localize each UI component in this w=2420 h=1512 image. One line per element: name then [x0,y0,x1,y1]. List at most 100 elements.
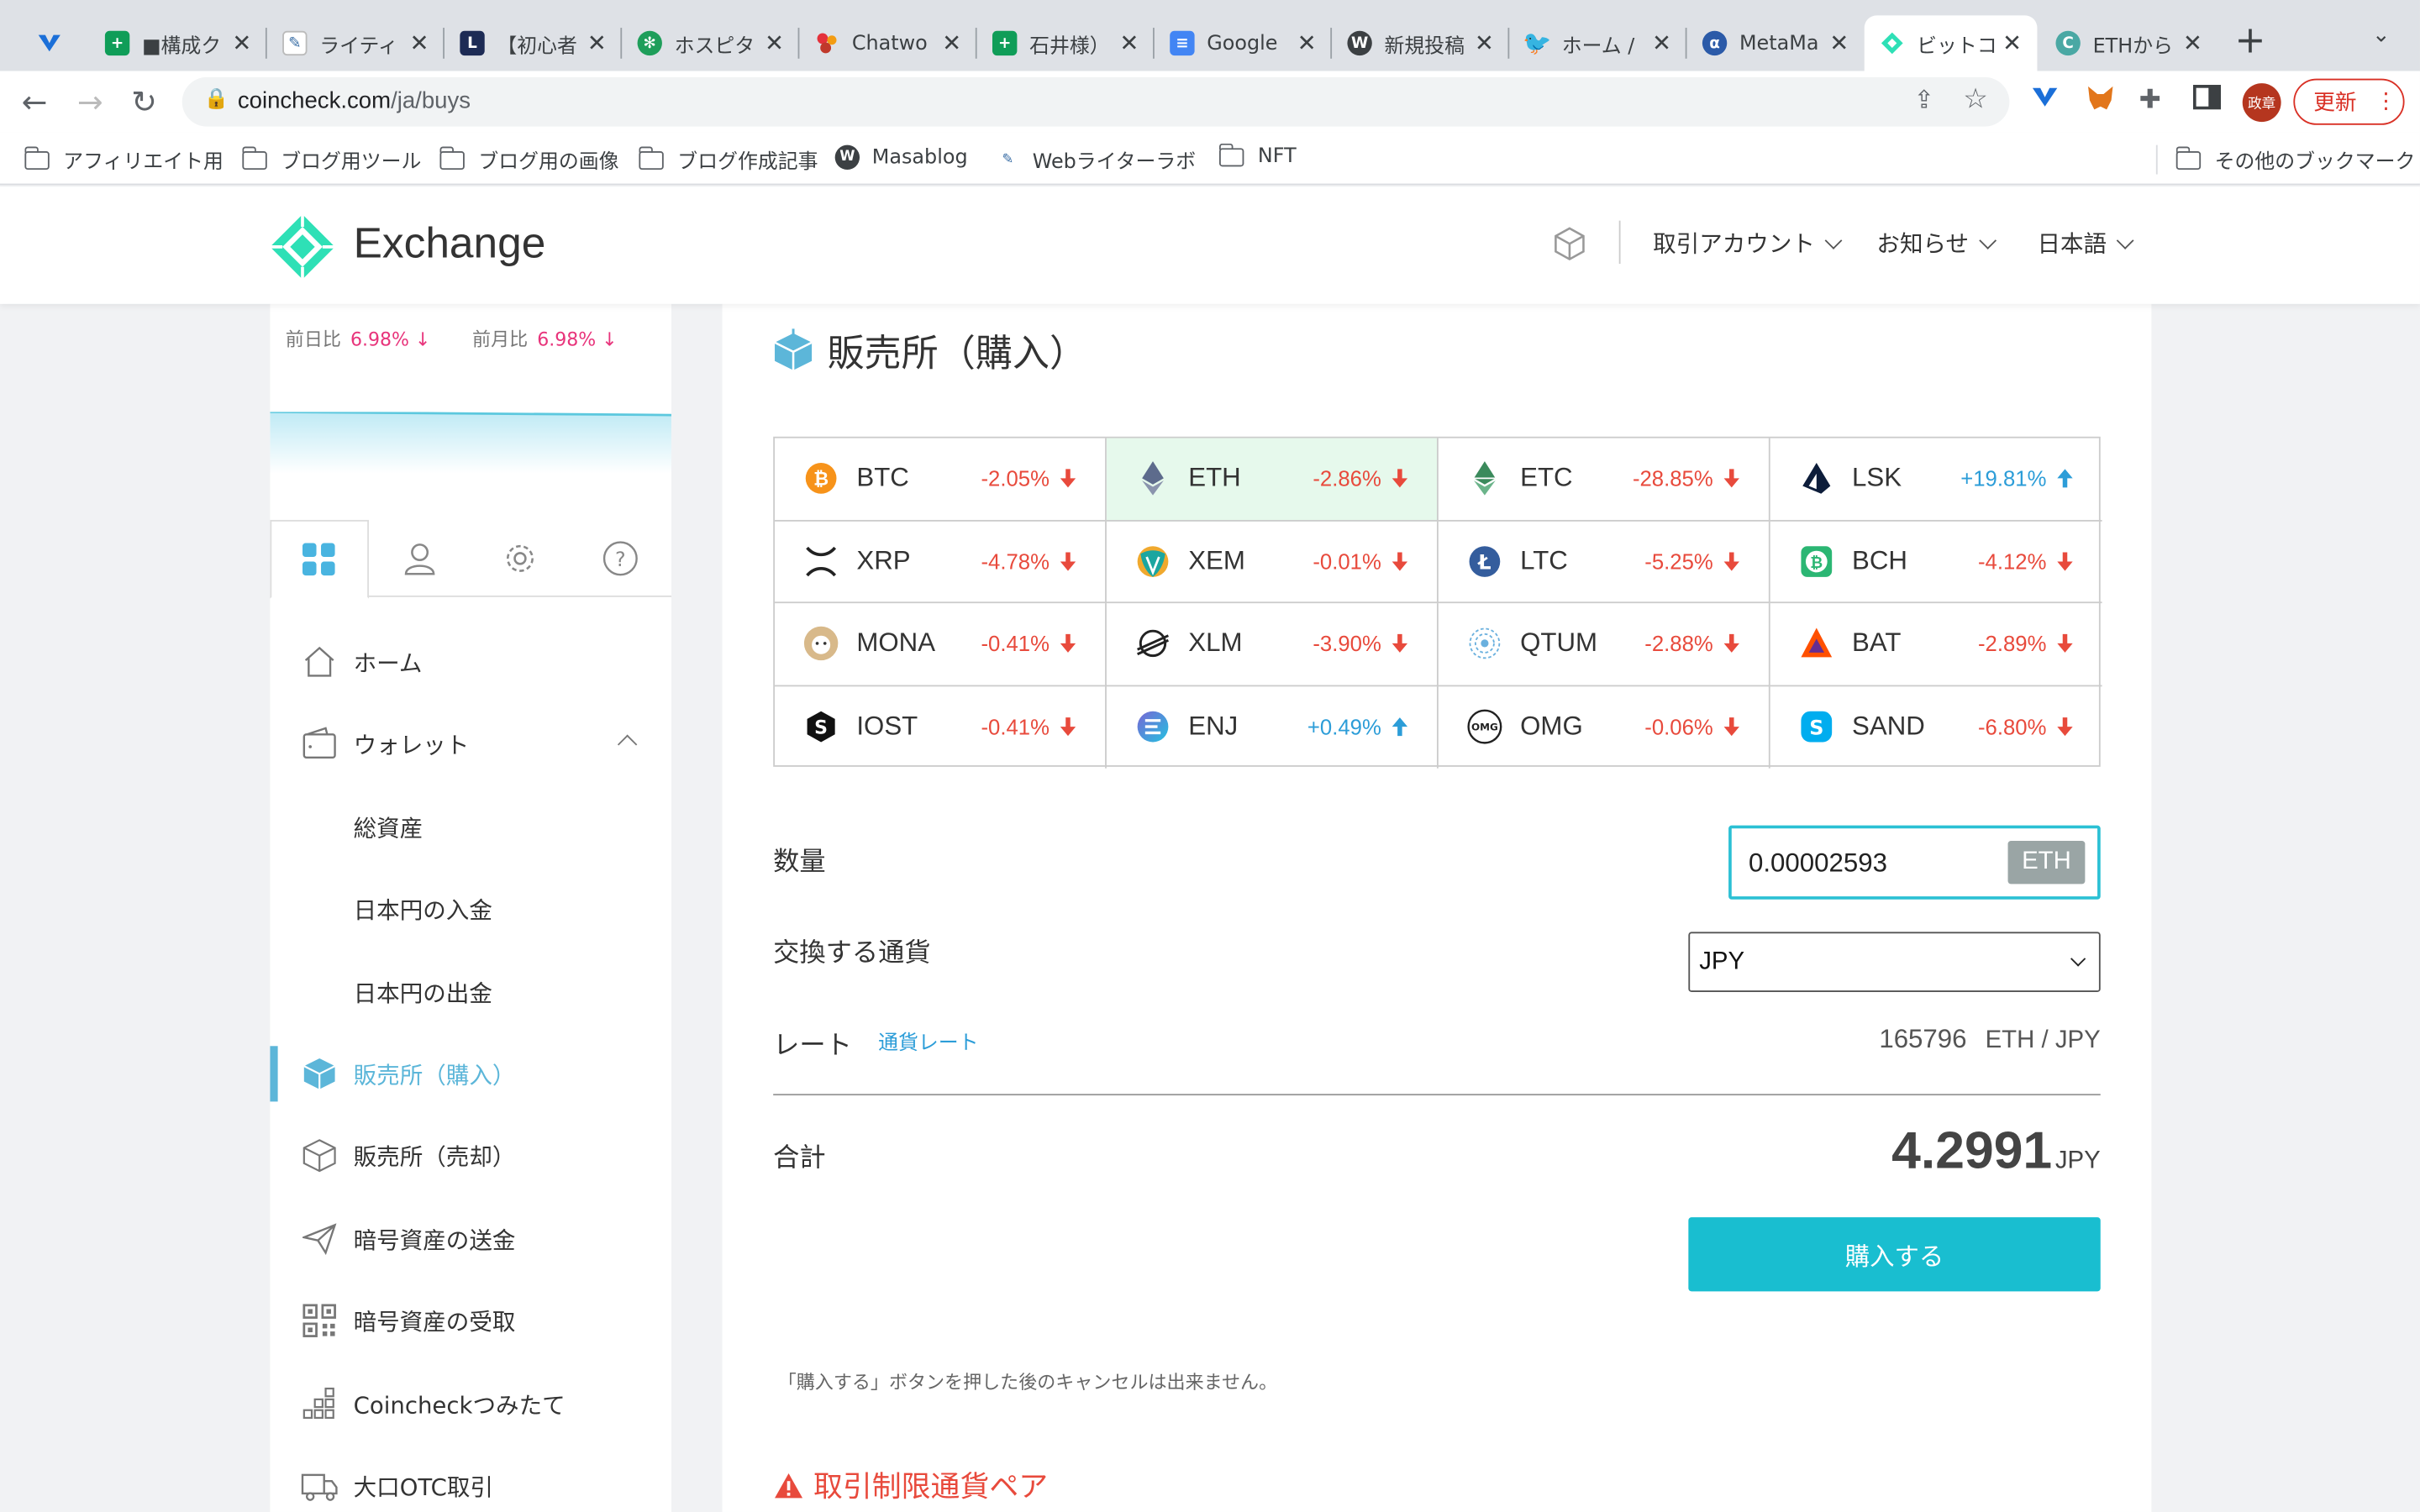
coin-option-enj[interactable]: ENJ +0.49% [1107,685,1439,769]
side-panel-icon[interactable] [2192,85,2222,118]
reload-icon[interactable]: ↻ [131,83,157,120]
wallet-icon [301,725,338,762]
bookmark-folder[interactable]: ブログ用の画像 [439,145,619,175]
sidebar-item-send[interactable]: 暗号資産の送金 [270,1208,671,1269]
tab-settings[interactable] [471,520,570,597]
sidebar-item-otc[interactable]: 大口OTC取引 [270,1455,671,1512]
close-icon[interactable]: ✕ [410,29,429,57]
metamask-fox-icon[interactable] [2085,85,2116,120]
close-icon[interactable]: ✕ [2183,29,2202,57]
address-bar[interactable]: 🔒 coincheck.com/ja/buys ⇪ ☆ [182,76,2010,127]
quantity-unit-badge: ETH [2007,841,2086,885]
coin-option-bat[interactable]: BAT -2.89% [1770,603,2102,686]
sidebar-item-total-assets[interactable]: 総資産 [270,796,671,858]
xem-icon [1134,543,1171,580]
coin-option-btc[interactable]: ₿ BTC -2.05% [775,438,1107,521]
currency-rate-link[interactable]: 通貨レート [878,1026,978,1056]
close-icon[interactable]: ✕ [2002,29,2022,57]
tab-account[interactable] [371,520,470,597]
quantity-input[interactable]: 0.00002593 ETH [1728,825,2101,900]
bookmark-star-icon[interactable]: ☆ [1963,83,1988,116]
other-bookmarks[interactable]: その他のブックマーク [2155,144,2415,175]
extensions-puzzle-icon[interactable]: ✚ [2139,85,2161,116]
tab-11-active[interactable]: ビットコ ✕ [1864,15,2038,71]
tab-1[interactable]: + ■構成ク ✕ [90,15,267,71]
tab-10[interactable]: α MetaMa ✕ [1687,15,1865,71]
coin-change-value: -2.86% [1313,465,1381,491]
sidebar-item-jpy-deposit[interactable]: 日本円の入金 [270,878,671,939]
sidebar-item-tsumitate[interactable]: Coincheckつみたて [270,1373,671,1435]
menu-notices[interactable]: お知らせ [1876,227,1996,260]
forward-icon[interactable]: → [77,83,103,120]
coin-option-ltc[interactable]: Ł LTC -5.25% [1438,520,1770,604]
close-icon[interactable]: ✕ [232,29,251,57]
profile-avatar[interactable]: 政章 [2242,83,2281,123]
tab-3[interactable]: L 【初心者 ✕ [445,15,622,71]
coin-option-eth[interactable]: ETH -2.86% [1106,438,1439,521]
tab-6[interactable]: + 石井様） ✕ [977,15,1155,71]
share-icon[interactable]: ⇪ [1914,85,1935,114]
chevron-up-icon[interactable] [617,734,638,754]
bookmark-folder[interactable]: NFT [1218,142,1297,168]
screen: + ■構成ク ✕ ✎ ライティ ✕ L 【初心者 ✕ ✻ ホスピタ ✕ Chat… [0,0,2420,1512]
tab-2[interactable]: ✎ ライティ ✕ [267,15,445,71]
tab-9[interactable]: 🐦 ホーム / ✕ [1509,15,1686,71]
new-tab-icon[interactable]: + [2235,18,2266,61]
bookmark-folder[interactable]: アフィリエイト用 [24,145,224,175]
wordpress-icon: W [1347,30,1372,56]
sidebar-item-receive[interactable]: 暗号資産の受取 [270,1289,671,1351]
coin-option-etc[interactable]: ETC -28.85% [1438,438,1770,521]
tab-help[interactable]: ? [571,520,671,597]
tab-8[interactable]: W 新規投稿 ✕ [1332,15,1509,71]
tab-search-chevron-icon[interactable]: ⌄ [2372,24,2391,48]
logo-text[interactable]: Exchange [354,219,546,269]
close-icon[interactable]: ✕ [587,29,607,57]
coin-change: -2.88% [1644,631,1741,656]
close-icon[interactable]: ✕ [1829,29,1849,57]
close-icon[interactable]: ✕ [1652,29,1671,57]
total-currency: JPY [2054,1147,2101,1174]
tab-5[interactable]: Chatwo ✕ [799,15,976,71]
coin-option-qtum[interactable]: QTUM -2.88% [1438,603,1770,686]
sidebar-item-buy[interactable]: 販売所（購入） [270,1043,671,1105]
total-value: 4.2991 [1891,1121,2053,1181]
sidebar-item-sell[interactable]: 販売所（売却） [270,1125,671,1186]
bookmark-webwriterlab[interactable]: ✎ Webライターラボ [995,145,1196,175]
coin-option-iost[interactable]: S IOST -0.41% [775,685,1107,769]
bookmark-masablog[interactable]: W Masablog [834,144,968,171]
sidebar-item-jpy-withdraw[interactable]: 日本円の出金 [270,961,671,1022]
vertex-extension-icon[interactable] [2031,85,2059,118]
coin-option-sand[interactable]: S SAND -6.80% [1770,685,2102,768]
back-icon[interactable]: ← [22,83,48,120]
close-icon[interactable]: ✕ [1475,29,1494,57]
sidebar-item-home[interactable]: ホーム [270,631,671,692]
tab-7[interactable]: ≡ Google ✕ [1155,15,1332,71]
coin-option-bch[interactable]: ₿ BCH -4.12% [1770,521,2102,604]
coin-option-xem[interactable]: XEM -0.01% [1106,520,1439,604]
coin-option-mona[interactable]: MONA -0.41% [775,603,1107,686]
coin-change: -0.41% [981,631,1077,656]
close-icon[interactable]: ✕ [942,29,961,57]
coin-option-lsk[interactable]: LSK +19.81% [1770,438,2102,521]
coincheck-logo-icon[interactable] [269,213,337,281]
coin-option-xrp[interactable]: XRP -4.78% [775,520,1107,604]
cube-icon[interactable] [1551,225,1588,262]
currency-select[interactable]: JPY [1688,932,2101,992]
tab-4[interactable]: ✻ ホスピタ ✕ [622,15,799,71]
tab-dashboard[interactable] [270,519,369,599]
bookmark-folder[interactable]: ブログ用ツール [241,145,421,175]
menu-trading-account[interactable]: 取引アカウント [1653,227,1843,260]
sidebar-item-wallet[interactable]: ウォレット [270,713,671,774]
chevron-down-icon [1978,232,1996,249]
close-icon[interactable]: ✕ [1119,29,1139,57]
bookmark-folder[interactable]: ブログ作成記事 [638,145,818,175]
tab-12[interactable]: C ETHから ✕ [2040,15,2217,71]
tab-vertex[interactable] [22,15,77,71]
close-icon[interactable]: ✕ [1297,29,1317,57]
coin-option-xlm[interactable]: XLM -3.90% [1106,603,1439,686]
close-icon[interactable]: ✕ [765,29,784,57]
menu-language[interactable]: 日本語 [2037,227,2134,260]
buy-button[interactable]: 購入する [1688,1217,2101,1292]
update-button[interactable]: 更新 ⋮ [2293,78,2405,125]
coin-option-omg[interactable]: OMG OMG -0.06% [1439,685,1770,769]
